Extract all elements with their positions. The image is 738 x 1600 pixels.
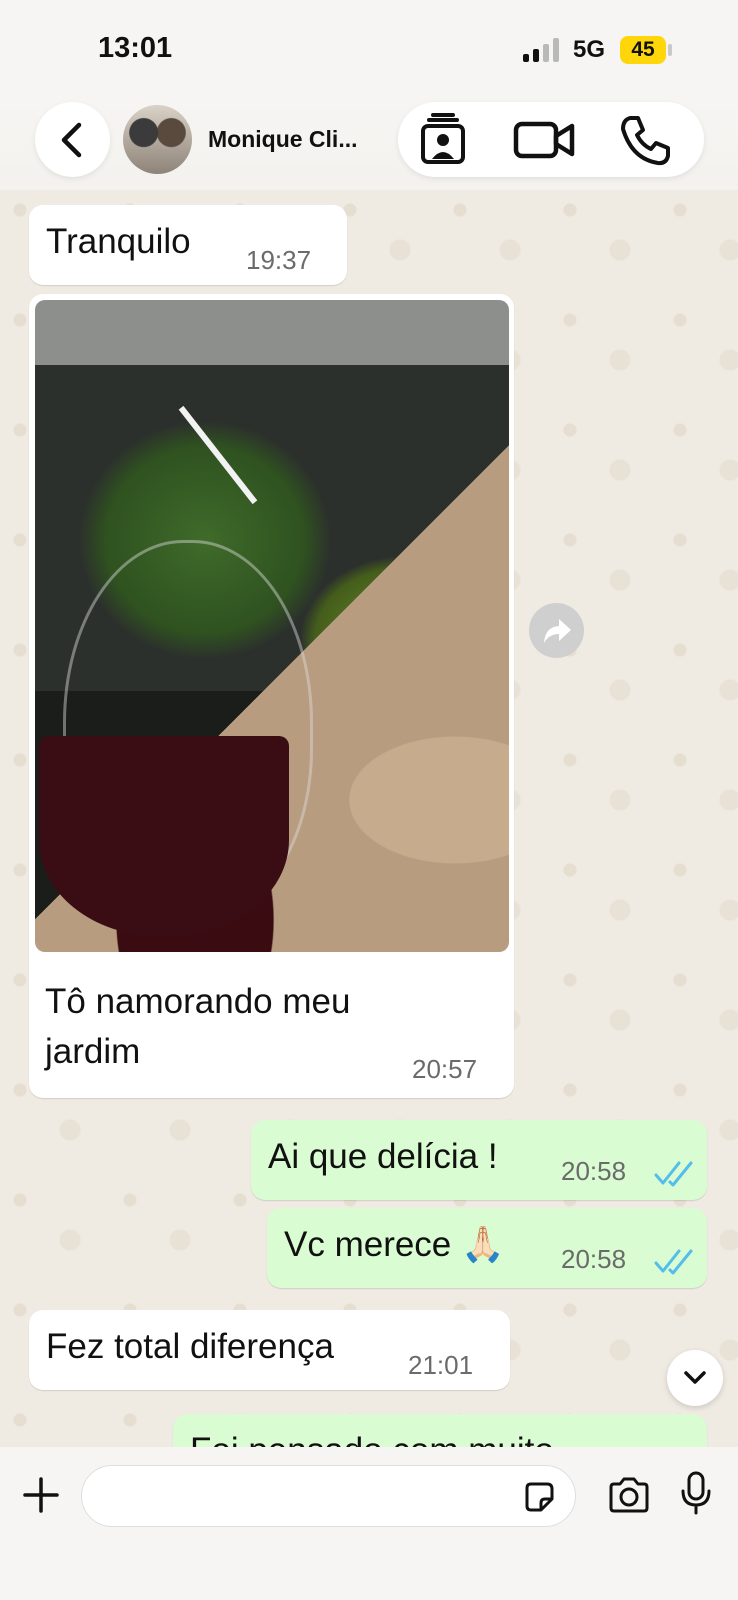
back-button[interactable] xyxy=(35,102,110,177)
forward-arrow-icon xyxy=(544,619,571,643)
avatar[interactable] xyxy=(123,105,192,174)
video-call-icon[interactable] xyxy=(512,112,576,173)
message-time: 20:57 xyxy=(412,1054,478,1084)
message-text: Fez total diferença xyxy=(46,1327,334,1366)
message-text: Vc merece 🙏🏻 xyxy=(284,1225,505,1264)
message-time: 19:37 xyxy=(246,245,312,275)
message-text: Tranquilo xyxy=(46,222,191,261)
contact-info[interactable]: Monique Cli... xyxy=(123,102,393,177)
message-time: 21:01 xyxy=(408,1350,474,1380)
scroll-down-button[interactable] xyxy=(667,1350,723,1406)
network-type: 5G xyxy=(573,36,606,63)
shared-photo[interactable] xyxy=(35,300,509,952)
message-time: 20:58 xyxy=(561,1156,627,1186)
photo-wine xyxy=(39,736,289,936)
plus-icon[interactable] xyxy=(22,1476,60,1519)
message-input-box[interactable] xyxy=(81,1465,576,1527)
message-incoming[interactable]: Fez total diferença 21:01 xyxy=(29,1310,510,1390)
status-time: 13:01 xyxy=(98,32,173,64)
call-actions xyxy=(398,102,704,177)
contact-card-icon[interactable] xyxy=(416,112,470,173)
forward-button[interactable] xyxy=(529,603,584,658)
battery-nub xyxy=(668,44,672,56)
microphone-icon[interactable] xyxy=(680,1470,712,1521)
sticker-icon[interactable] xyxy=(522,1480,556,1519)
read-ticks-icon xyxy=(654,1161,693,1187)
contact-name[interactable]: Monique Cli... xyxy=(208,126,358,153)
camera-icon[interactable] xyxy=(607,1476,651,1519)
read-ticks-icon xyxy=(654,1249,693,1275)
message-outgoing[interactable]: Ai que delícia ! 20:58 xyxy=(251,1120,707,1200)
photo-caption-line1: Tô namorando meu xyxy=(45,982,351,1021)
photo-caption-line2: jardim xyxy=(45,1032,141,1071)
message-input[interactable] xyxy=(104,1478,488,1516)
message-incoming[interactable]: Tranquilo 19:37 xyxy=(29,205,347,285)
signal-icon xyxy=(523,38,563,62)
chevron-down-icon xyxy=(684,1371,706,1384)
voice-call-icon[interactable] xyxy=(618,112,674,173)
photo-light-strip xyxy=(178,405,258,505)
battery-indicator: 45 xyxy=(620,36,666,64)
back-chevron-icon xyxy=(61,122,82,158)
message-photo[interactable]: Tô namorando meu jardim 20:57 xyxy=(29,294,514,1098)
message-text: Ai que delícia ! xyxy=(268,1137,498,1176)
message-outgoing[interactable]: Vc merece 🙏🏻 20:58 xyxy=(267,1208,707,1288)
message-time: 20:58 xyxy=(561,1244,627,1274)
